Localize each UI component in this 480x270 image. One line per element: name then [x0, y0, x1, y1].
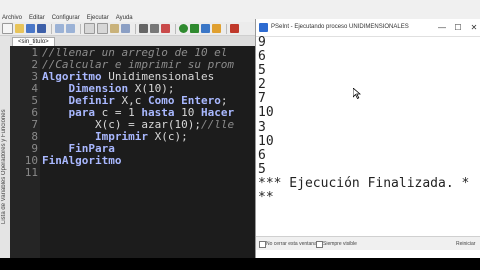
code-token: X(c); — [147, 130, 188, 143]
console-output-line: 6 — [258, 49, 266, 65]
cut-icon[interactable] — [84, 23, 95, 34]
menu-editar[interactable]: Editar — [29, 15, 45, 21]
console-output-line: 6 — [258, 147, 266, 163]
toolbar-separator — [175, 23, 176, 34]
indent-icon[interactable] — [121, 24, 130, 33]
console-output-line: 7 — [258, 91, 266, 107]
find-next-icon[interactable] — [150, 24, 159, 33]
run-icon[interactable] — [179, 24, 188, 33]
mouse-cursor-icon — [353, 88, 361, 99]
line-number: 11 — [24, 166, 38, 179]
code-line[interactable]: FinAlgoritmo — [42, 155, 121, 167]
console-window: PSeInt - Ejecutando proceso UNIDIMENSION… — [255, 19, 480, 258]
code-editor[interactable]: 1 2 3 4 5 6 7 8 9 10 11//llenar un arreglo de 10 e… — [10, 46, 256, 258]
console-output-line: ** — [258, 190, 274, 206]
console-output-line: 5 — [258, 63, 266, 79]
console-output-line: 3 — [258, 119, 266, 135]
restart-button[interactable]: Reiniciar — [456, 241, 475, 247]
help-icon[interactable] — [230, 24, 239, 33]
undo-icon[interactable] — [55, 24, 64, 33]
maximize-button[interactable]: ☐ — [452, 22, 464, 33]
toolbar-separator — [51, 23, 52, 34]
menu-configurar[interactable]: Configurar — [52, 15, 80, 21]
paste-icon[interactable] — [110, 24, 119, 33]
save-as-icon[interactable] — [37, 24, 46, 33]
save-icon[interactable] — [26, 24, 35, 33]
new-file-icon[interactable] — [2, 23, 13, 34]
export-icon[interactable] — [212, 24, 221, 33]
keyword-token: FinAlgoritmo — [42, 154, 122, 167]
editor-tabstrip: <sin_titulo> — [10, 36, 255, 47]
search-icon[interactable] — [139, 24, 148, 33]
pseint-logo-icon — [259, 23, 268, 32]
always-visible-label: Siempre visible — [323, 241, 357, 247]
menu-ejecutar[interactable]: Ejecutar — [87, 15, 109, 21]
console-output-line: 10 — [258, 133, 274, 149]
run-step-icon[interactable] — [190, 24, 199, 33]
side-panel-label[interactable]: Lista de Variables Operadores y Funcione… — [1, 84, 9, 224]
console-output-line: 5 — [258, 161, 266, 177]
always-visible-checkbox[interactable] — [316, 241, 323, 248]
menu-archivo[interactable]: Archivo — [2, 15, 22, 21]
console-titlebar: PSeInt - Ejecutando proceso UNIDIMENSION… — [256, 19, 480, 37]
console-output-line: 10 — [258, 105, 274, 121]
copy-icon[interactable] — [97, 23, 108, 34]
bottom-letterbox — [0, 258, 480, 270]
toolbar-separator — [226, 23, 227, 34]
toolbar-separator — [135, 23, 136, 34]
keep-open-checkbox[interactable] — [259, 241, 266, 248]
menu-ayuda[interactable]: Ayuda — [116, 15, 133, 21]
comment-token: //lle — [200, 118, 235, 131]
console-output-line: 2 — [258, 77, 266, 93]
close-button[interactable]: ✕ — [468, 22, 480, 33]
app-frame: Archivo Editar Configurar Ejecutar Ayuda… — [0, 0, 480, 258]
console-output: 9 6 5 2 7 10 3 10 6 5 *** Ejecución Finalizada. * *… — [258, 36, 478, 246]
flowchart-icon[interactable] — [201, 24, 210, 33]
toolbar-separator — [80, 23, 81, 34]
keep-open-label: No cerrar esta ventana — [266, 241, 317, 247]
console-statusbar: No cerrar esta ventana Siempre visible R… — [256, 236, 480, 250]
minimize-button[interactable]: — — [436, 22, 448, 33]
console-output-line: 9 — [258, 36, 266, 50]
open-folder-icon[interactable] — [15, 24, 24, 33]
console-title: PSeInt - Ejecutando proceso UNIDIMENSION… — [271, 24, 409, 30]
replace-icon[interactable] — [161, 24, 170, 33]
redo-icon[interactable] — [66, 24, 75, 33]
console-output-line: *** Ejecución Finalizada. * — [258, 175, 470, 191]
